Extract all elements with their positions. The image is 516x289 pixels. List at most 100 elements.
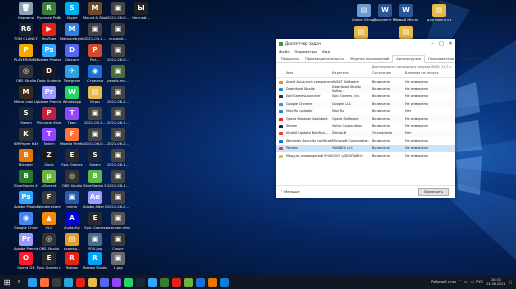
taskbar-app-icon[interactable]: [172, 277, 181, 287]
title-bar[interactable]: Диспетчер задач – □ ✕: [276, 39, 455, 48]
desktop-icon-label: Твич: [67, 121, 77, 125]
tab-services[interactable]: Службы: [488, 56, 509, 62]
app-icon: ▣: [111, 65, 125, 78]
column-impact[interactable]: Влияние на запуск: [405, 71, 449, 77]
desktop-icon[interactable]: ▤для моего канала: [427, 4, 451, 29]
desktop-toolbar-label[interactable]: Рабочий стол: [431, 280, 456, 284]
tab-processes[interactable]: Процессы: [278, 56, 302, 62]
tab-details[interactable]: Подробности: [457, 56, 487, 62]
menu-file[interactable]: Файл: [279, 49, 290, 54]
app-icon: ▣: [111, 191, 125, 204]
maximize-icon[interactable]: □: [437, 41, 446, 47]
desktop-icon[interactable]: O Opera GX: [14, 252, 38, 277]
close-icon[interactable]: ✕: [446, 41, 455, 47]
app-icon: B: [19, 170, 33, 183]
tab-users[interactable]: Пользователи: [425, 56, 457, 62]
minimize-icon[interactable]: –: [428, 41, 437, 47]
taskbar-app-icon[interactable]: [112, 277, 121, 287]
row-publisher: Zendo.B: [332, 131, 347, 136]
table-row[interactable]: Download Studio Download Studio Softw... В…: [276, 85, 455, 93]
clock[interactable]: 20:03 24.06.2021: [486, 278, 505, 286]
less-details-label: Меньше: [284, 190, 300, 194]
search-icon[interactable]: ⌕: [14, 278, 24, 286]
taskbar-app-icon[interactable]: [208, 277, 217, 287]
taskbar-app-icon[interactable]: [88, 277, 97, 287]
desktop-icon[interactable]: EEpic Games Launcher: [37, 252, 61, 277]
row-publisher: YANDEX LLC: [332, 146, 353, 151]
app-icon: ▤: [354, 26, 368, 39]
app-icon: ◎: [19, 65, 33, 78]
taskbar-app-icon[interactable]: [76, 277, 85, 287]
volume-icon[interactable]: ◁: [471, 280, 474, 284]
desktop-icon[interactable]: R Roblox: [60, 252, 84, 277]
chevron-up-icon[interactable]: ˄: [459, 280, 461, 284]
taskbar-app-icon[interactable]: [64, 277, 73, 287]
desktop-icon-label: PLAYERUNKNOWN'S BATTLEGROUNDS: [14, 58, 38, 62]
desktop-icon-label: KMPlayer 64X: [14, 142, 38, 146]
app-icon: ◉: [88, 65, 102, 78]
row-status: Включено: [372, 79, 390, 84]
menu-options[interactable]: Параметры: [295, 49, 318, 54]
row-name: Vivaldi Update Notifica...: [276, 131, 332, 136]
table-row[interactable]: Модуль оповещений ЭЧ4С ООО «ДОНЛАЙН» Включ…: [276, 152, 455, 159]
tab-app-history[interactable]: Журнал приложений: [347, 56, 392, 62]
row-name-text: EpicGamesLauncher: [286, 94, 321, 99]
taskbar-app-icon[interactable]: [160, 277, 169, 287]
desktop-icon[interactable]: ▣ 1.jpg: [106, 252, 130, 277]
desktop-icon-label: Стрелки: [87, 79, 103, 83]
taskbar-app-icon[interactable]: [136, 277, 145, 287]
tab-performance[interactable]: Производительность: [302, 56, 347, 62]
row-publisher: Google LLC: [332, 101, 352, 106]
desktop-icon-label: uTorrent: [41, 184, 57, 188]
desktop-icon-label: YOU.jpg: [87, 247, 103, 251]
app-icon: E: [42, 252, 56, 265]
desktop-icon[interactable]: Ы Ночной...: [129, 2, 153, 27]
menu-view[interactable]: Вид: [322, 49, 330, 54]
app-icon: [279, 139, 283, 143]
desktop-icon[interactable]: R Roblox Studio: [83, 252, 107, 277]
row-publisher: Epic Games, Inc.: [332, 94, 361, 99]
taskbar-app-icon[interactable]: [184, 277, 193, 287]
table-row[interactable]: Opera Browser Assistant Opera Software Вкл…: [276, 114, 455, 123]
taskbar-app-icon[interactable]: [220, 277, 229, 287]
column-status[interactable]: Состояние: [372, 71, 405, 77]
app-icon: Ы: [134, 2, 148, 15]
app-icon: 🗑: [19, 2, 33, 15]
table-row[interactable]: Google Chrome Google LLC Включено Не измере…: [276, 100, 455, 108]
table-row[interactable]: Windows Security notificati... Microsoft …: [276, 137, 455, 144]
row-name: Download Studio: [276, 87, 332, 92]
app-icon: S: [65, 2, 79, 15]
app-icon: ▲: [42, 212, 56, 225]
app-icon: A: [65, 212, 79, 225]
column-publisher[interactable]: Издатель: [332, 71, 372, 77]
network-icon[interactable]: ▭: [464, 280, 467, 284]
tab-startup[interactable]: Автозагрузка: [392, 55, 426, 63]
desktop-icon-label: 2021-06-2...: [106, 100, 130, 104]
taskbar-app-icon[interactable]: [100, 277, 109, 287]
row-impact: Не измерено: [405, 116, 428, 121]
notifications-icon[interactable]: ▢: [509, 280, 512, 284]
taskbar-app-icon[interactable]: [28, 277, 37, 287]
taskbar-app-icon[interactable]: [40, 277, 49, 287]
windows-start-icon[interactable]: ⊞: [0, 278, 14, 287]
table-header: Имя Издатель Состояние Влияние на запуск: [276, 71, 455, 78]
app-icon: B: [19, 149, 33, 162]
less-details-link[interactable]: ⌃ Меньше: [280, 190, 418, 194]
taskbar-app-icon[interactable]: [196, 277, 205, 287]
table-row[interactable]: EpicGamesLauncher Epic Games, Inc. Включен…: [276, 93, 455, 100]
enable-button[interactable]: Включить: [418, 188, 449, 196]
table-row[interactable]: Yandex YANDEX LLC Включено Не измерено: [276, 144, 455, 152]
column-name[interactable]: Имя: [276, 71, 332, 77]
desktop-icon-label: Skype: [66, 16, 78, 20]
table-row[interactable]: Vivaldi Update Notifica... Zendo.B Отключе…: [276, 129, 455, 138]
table-row[interactable]: Steam Valve Corporation Включено Не измерен…: [276, 122, 455, 129]
taskbar-app-icon[interactable]: [52, 277, 61, 287]
row-name-text: Opera Browser Assistant: [286, 116, 328, 121]
language-indicator[interactable]: РУС: [476, 280, 483, 284]
taskbar-app-icon[interactable]: [148, 277, 157, 287]
desktop-icon-label: Adobe Photoshop: [14, 205, 38, 209]
table-row[interactable]: Mail.Ru updater Mail.Ru Включено Нет: [276, 108, 455, 115]
desktop-icon-label: 2021-06-2...: [106, 142, 130, 146]
app-icon: Ps: [42, 44, 56, 57]
taskbar-app-icon[interactable]: [124, 277, 133, 287]
